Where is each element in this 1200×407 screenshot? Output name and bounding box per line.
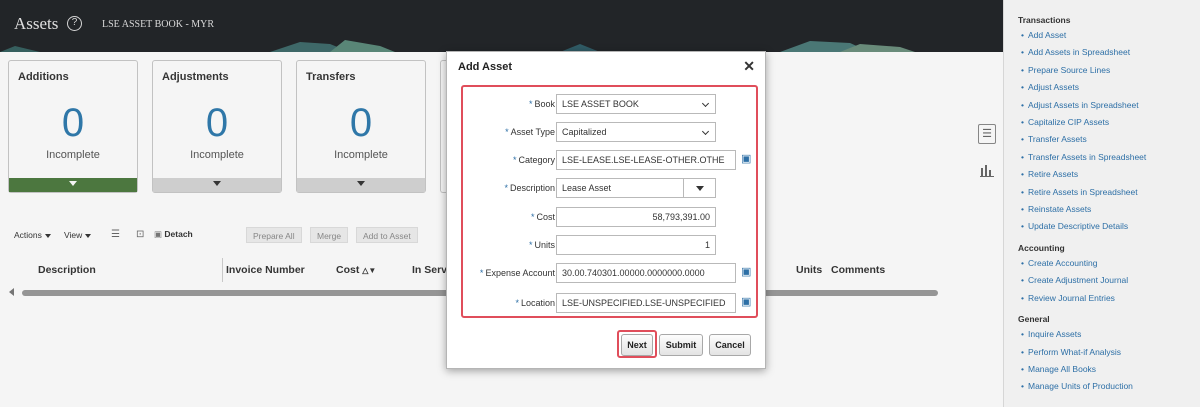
category-label: * Category [513, 155, 555, 165]
search-lookup-icon[interactable]: ▣ [741, 295, 754, 309]
chevron-down-icon [701, 127, 710, 136]
task-link[interactable]: Add Assets in Spreadsheet [1018, 44, 1200, 62]
asset-type-value: Capitalized [562, 127, 607, 137]
cost-label-text: Cost [536, 212, 555, 222]
expense-account-label: * Expense Account [480, 268, 555, 278]
expense-account-label-text: Expense Account [485, 268, 555, 278]
book-row: * Book LSE ASSET BOOK [463, 93, 760, 115]
description-row: * Description Lease Asset [463, 177, 760, 199]
task-link[interactable]: Prepare Source Lines [1018, 62, 1200, 80]
add-asset-dialog: Add Asset ✕ * Book LSE ASSET BOOK * Asset … [446, 51, 766, 369]
book-value: LSE ASSET BOOK [562, 99, 639, 109]
required-marker: * [528, 240, 533, 250]
required-marker: * [479, 268, 484, 278]
task-link[interactable]: Create Accounting [1018, 255, 1200, 273]
category-input[interactable]: LSE-LEASE.LSE-LEASE-OTHER.OTHE [556, 150, 736, 170]
task-link[interactable]: Reinstate Assets [1018, 201, 1200, 219]
required-marker: * [504, 183, 508, 193]
task-link[interactable]: Transfer Assets [1018, 131, 1200, 149]
task-link[interactable]: Adjust Assets in Spreadsheet [1018, 97, 1200, 115]
task-link[interactable]: Perform What-if Analysis [1018, 344, 1200, 362]
search-lookup-icon[interactable]: ▣ [741, 265, 754, 279]
location-row: * Location LSE-UNSPECIFIED.LSE-UNSPECIFIE… [463, 292, 760, 314]
submit-button[interactable]: Submit [659, 334, 703, 356]
required-marker: * [530, 212, 535, 222]
task-link[interactable]: Manage All Books [1018, 361, 1200, 379]
cost-input[interactable]: 58,793,391.00 [556, 207, 716, 227]
required-marker: * [528, 99, 533, 109]
asset-type-row: * Asset Type Capitalized [463, 121, 760, 143]
dialog-title: Add Asset [458, 61, 512, 73]
required-marker: * [515, 298, 519, 308]
task-link[interactable]: Inquire Assets [1018, 326, 1200, 344]
location-label: * Location [515, 298, 555, 308]
panel-heading-accounting: Accounting [1018, 242, 1065, 253]
cancel-button[interactable]: Cancel [709, 334, 751, 356]
book-select[interactable]: LSE ASSET BOOK [556, 94, 716, 114]
book-label-text: Book [534, 99, 555, 109]
highlighted-form-region: * Book LSE ASSET BOOK * Asset Type Capital… [461, 85, 758, 318]
units-label: * Units [529, 240, 555, 250]
asset-type-select[interactable]: Capitalized [556, 122, 716, 142]
asset-type-label: * Asset Type [505, 127, 555, 137]
task-link[interactable]: Transfer Assets in Spreadsheet [1018, 149, 1200, 167]
task-link[interactable]: Retire Assets in Spreadsheet [1018, 184, 1200, 202]
panel-heading-transactions: Transactions [1018, 15, 1071, 25]
book-label: * Book [529, 99, 555, 109]
units-input[interactable]: 1 [556, 235, 716, 255]
units-row: * Units 1 [463, 234, 760, 256]
chevron-down-icon [701, 99, 710, 108]
search-lookup-icon[interactable]: ▣ [741, 152, 754, 166]
task-link[interactable]: Manage Units of Production [1018, 378, 1200, 396]
units-label-text: Units [534, 240, 555, 250]
panel-heading-general: General [1018, 314, 1050, 325]
task-link[interactable]: Review Journal Entries [1018, 290, 1200, 308]
close-icon[interactable]: ✕ [743, 58, 755, 75]
category-row: * Category LSE-LEASE.LSE-LEASE-OTHER.OTHE… [463, 149, 760, 171]
task-link[interactable]: Capitalize CIP Assets [1018, 114, 1200, 132]
next-button[interactable]: Next [621, 334, 653, 356]
task-link[interactable]: Add Asset [1018, 27, 1200, 45]
cost-label: * Cost [531, 212, 555, 222]
task-link[interactable]: Create Adjustment Journal [1018, 272, 1200, 290]
description-combo-input[interactable]: Lease Asset [556, 178, 684, 198]
required-marker: * [512, 155, 517, 165]
task-link[interactable]: Adjust Assets [1018, 79, 1200, 97]
description-label: * Description [504, 183, 555, 193]
description-dropdown-button[interactable] [684, 178, 716, 198]
caret-down-icon [696, 186, 704, 191]
cost-row: * Cost 58,793,391.00 [463, 206, 760, 228]
tasks-panel: Transactions Add Asset Add Assets in Spr… [1003, 0, 1200, 407]
task-link[interactable]: Retire Assets [1018, 166, 1200, 184]
expense-account-row: * Expense Account 30.00.740301.00000.0000… [463, 262, 760, 284]
category-label-text: Category [518, 155, 555, 165]
location-label-text: Location [520, 298, 555, 308]
asset-type-label-text: Asset Type [510, 127, 555, 137]
location-input[interactable]: LSE-UNSPECIFIED.LSE-UNSPECIFIED [556, 293, 736, 313]
expense-account-input[interactable]: 30.00.740301.00000.0000000.0000 [556, 263, 736, 283]
description-label-text: Description [509, 183, 555, 193]
required-marker: * [505, 127, 509, 137]
task-link[interactable]: Update Descriptive Details [1018, 218, 1200, 236]
